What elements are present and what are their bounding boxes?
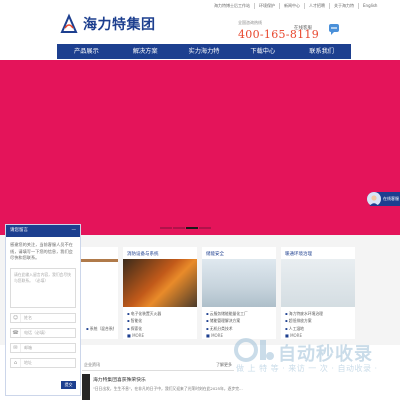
news-more-link[interactable]: 了解更多 <box>216 362 232 368</box>
card-more-link[interactable]: MORE <box>123 332 197 339</box>
card-title: 消防设备与系统 <box>127 252 159 257</box>
logo-mark-icon <box>58 13 80 35</box>
address-field[interactable]: ⌂ 地址 <box>10 357 76 368</box>
phone-placeholder: 电话（必填） <box>24 329 48 335</box>
card-item[interactable]: 云服务储能能量化工厂 <box>206 310 272 317</box>
banner-dot[interactable] <box>199 227 211 229</box>
card-item[interactable]: 无机分类技术 <box>206 325 272 332</box>
card-title: 储能安全 <box>206 252 224 257</box>
nav-downloads[interactable]: 下载中心 <box>233 44 292 59</box>
online-consult-link[interactable]: 在线客服 <box>294 25 312 31</box>
banner-dot[interactable] <box>173 227 185 229</box>
solution-card-energy: 储能安全 云服务储能能量化工厂 储能管理解决方案 无机分类技术 MORE <box>202 247 276 339</box>
news-section-label: 企业资讯 <box>84 362 100 367</box>
side-service-button[interactable]: 在线客服 <box>367 192 400 206</box>
card-image[interactable] <box>123 259 197 307</box>
user-icon: ☺ <box>11 313 21 322</box>
service-avatar-icon <box>367 192 381 206</box>
card-item[interactable]: 探索化 <box>127 325 193 332</box>
nav-products[interactable]: 产品展示 <box>57 44 116 59</box>
news-excerpt: "日日出发，生生不息"，在非凡的日子中，我们又迎来了光荣时刻在此2025年，逐步… <box>93 386 243 391</box>
top-link-english[interactable]: English <box>358 3 377 9</box>
solution-card-fire: 消防设备与系统 电子化装置灭火器 智能化 探索化 MORE <box>123 247 197 339</box>
name-field[interactable]: ☺ 姓名 <box>10 312 76 323</box>
message-panel: 请您留言 — 感谢您的关注，当前客服人员不在线，请填写一下您的信息，我们会尽快和… <box>5 224 81 396</box>
name-placeholder: 姓名 <box>24 314 32 320</box>
card-item[interactable]: 智能化 <box>127 317 193 324</box>
nav-contact[interactable]: 联系我们 <box>292 44 351 59</box>
message-intro: 感谢您的关注，当前客服人员不在线，请填写一下您的信息，我们会尽快和您联系。 <box>10 242 73 260</box>
news-title[interactable]: 海力特集团喜获殊荣快乐 <box>93 376 146 383</box>
logo[interactable]: 海力特集团 <box>58 13 156 35</box>
card-title: 暖通环境治理 <box>285 252 312 257</box>
message-textarea[interactable]: 请在此输入留言内容，我们会尽快与您联系。（必填） <box>10 267 76 308</box>
watermark-subtitle: 做 上 特 等 · 来访 一 次 · 自动收录 · <box>236 364 378 373</box>
card-item[interactable]: 海力特废水环境治理 <box>285 310 351 317</box>
card-item[interactable]: 人工湿地 <box>285 325 351 332</box>
banner-dot-active[interactable] <box>186 227 198 229</box>
top-link-postdoc[interactable]: 海力特博士后工作站 <box>214 3 250 9</box>
chat-bubble-icon[interactable] <box>328 21 340 35</box>
card-item[interactable]: 超低排放方案 <box>285 317 351 324</box>
email-icon: ✉ <box>11 343 21 352</box>
banner-pagination <box>160 227 211 229</box>
message-panel-title: 请您留言 <box>10 228 28 233</box>
news-thumbnail[interactable] <box>82 374 90 400</box>
news-header: 企业资讯 了解更多 <box>82 361 234 371</box>
top-link-environment[interactable]: 环境保护 <box>254 3 275 9</box>
card-image[interactable] <box>202 259 276 307</box>
card-item[interactable]: 电子化装置灭火器 <box>127 310 193 317</box>
nav-strength[interactable]: 实力海力特 <box>175 44 234 59</box>
minimize-icon[interactable]: — <box>72 225 77 237</box>
top-link-careers[interactable]: 人才招聘 <box>304 3 325 9</box>
logo-text: 海力特集团 <box>83 17 156 33</box>
watermark-logo-icon <box>234 338 274 362</box>
hero-banner[interactable] <box>0 60 400 235</box>
page: 海力特博士后工作站 环境保护 新闻中心 人才招聘 关于海力特 English 海… <box>0 0 400 400</box>
nav-solutions[interactable]: 解决方案 <box>116 44 175 59</box>
banner-dot[interactable] <box>160 227 172 229</box>
top-link-news[interactable]: 新闻中心 <box>279 3 300 9</box>
address-placeholder: 地址 <box>24 359 32 365</box>
solution-card-hvac: 暖通环境治理 海力特废水环境治理 超低排放方案 人工湿地 MORE <box>281 247 355 339</box>
location-icon: ⌂ <box>11 358 21 367</box>
top-link-about[interactable]: 关于海力特 <box>329 3 354 9</box>
message-panel-header: 请您留言 — <box>6 225 80 237</box>
main-nav: 产品展示 解决方案 实力海力特 下载中心 联系我们 <box>57 44 351 59</box>
email-field[interactable]: ✉ 邮箱 <box>10 342 76 353</box>
card-image[interactable] <box>281 259 355 307</box>
top-links: 海力特博士后工作站 环境保护 新闻中心 人才招聘 关于海力特 English <box>214 3 377 9</box>
side-service-label: 在线客服 <box>383 196 399 201</box>
submit-button[interactable]: 提交 <box>61 381 76 389</box>
watermark: 自动秒收录 做 上 特 等 · 来访 一 次 · 自动收录 · <box>232 334 392 380</box>
phone-icon: ☎ <box>11 328 21 337</box>
email-placeholder: 邮箱 <box>24 344 32 350</box>
card-item[interactable]: 储能管理解决方案 <box>206 317 272 324</box>
phone-field[interactable]: ☎ 电话（必填） <box>10 327 76 338</box>
